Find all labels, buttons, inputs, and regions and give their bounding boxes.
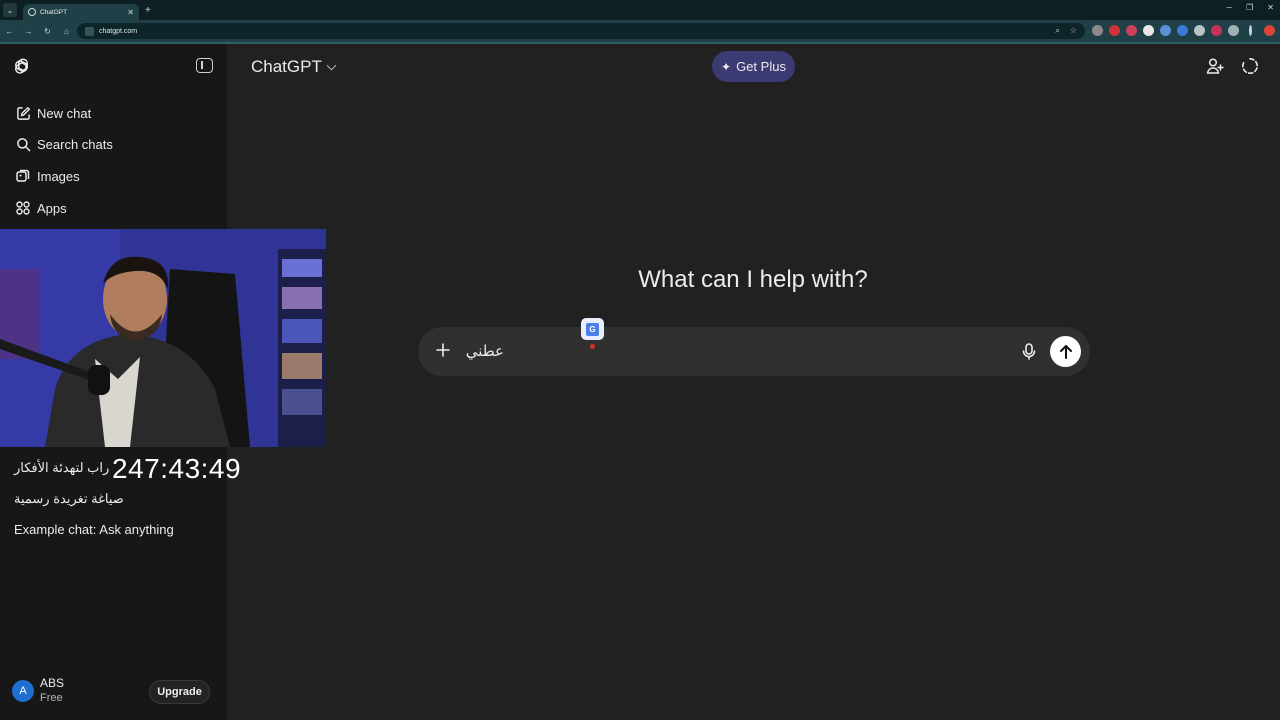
zoom-icon[interactable]: ⌕ xyxy=(1055,26,1059,36)
browser-tab-title: ChatGPT xyxy=(40,8,68,16)
translate-indicator-icon xyxy=(590,344,595,349)
sidebar-item-label: Images xyxy=(37,168,80,184)
extension-icon[interactable] xyxy=(1194,25,1205,36)
microphone-icon[interactable] xyxy=(1020,342,1038,361)
forward-icon[interactable]: → xyxy=(19,27,38,36)
model-selector[interactable]: ChatGPT xyxy=(251,57,337,77)
address-bar[interactable]: chatgpt.com ⌕ ☆ xyxy=(77,23,1085,39)
extension-icon[interactable] xyxy=(1160,25,1171,36)
sidebar-item-label: New chat xyxy=(37,105,92,121)
prompt-input[interactable] xyxy=(464,340,504,362)
upgrade-button[interactable]: Upgrade xyxy=(149,680,210,704)
recent-chat-item[interactable]: راب لتهدئة الأفكار xyxy=(14,460,109,476)
tab-search-chevron-icon[interactable]: ⌄ xyxy=(3,3,17,17)
sparkle-icon: ✦ xyxy=(721,59,732,74)
divider xyxy=(1249,25,1252,36)
browser-toolbar: ← → ↻ ⌂ chatgpt.com ⌕ ☆ ⋮ xyxy=(0,20,1280,42)
add-attachment-icon[interactable] xyxy=(434,341,452,359)
new-tab-icon[interactable]: + xyxy=(145,5,151,16)
avatar: A xyxy=(12,679,34,702)
user-plan: Free xyxy=(40,692,63,704)
recent-chat-item[interactable]: Example chat: Ask anything xyxy=(14,522,174,537)
send-button[interactable] xyxy=(1050,336,1081,367)
extension-icon[interactable] xyxy=(1143,25,1154,36)
chatgpt-favicon-icon xyxy=(28,8,36,16)
extension-icon[interactable] xyxy=(1126,25,1137,36)
extension-icon[interactable] xyxy=(1092,25,1103,36)
chevron-down-icon xyxy=(326,60,337,70)
images-icon xyxy=(14,167,32,185)
browser-tab-strip: ⌄ ChatGPT ✕ + ─ ❐ ✕ xyxy=(0,0,1280,20)
sidebar-item-images[interactable]: Images xyxy=(14,167,80,185)
restore-window-icon[interactable]: ❐ xyxy=(1246,3,1253,12)
search-icon xyxy=(14,135,32,153)
headline-text: What can I help with? xyxy=(638,266,868,293)
chat-composer xyxy=(418,327,1090,376)
minimize-window-icon[interactable]: ─ xyxy=(1226,3,1232,12)
arrow-up-icon xyxy=(1059,344,1072,359)
address-url: chatgpt.com xyxy=(99,27,138,35)
translate-glyph-icon: G xyxy=(586,322,599,336)
google-translate-icon[interactable]: G xyxy=(581,318,604,349)
extension-icon[interactable] xyxy=(1109,25,1120,36)
webcam-overlay xyxy=(0,229,326,447)
user-profile[interactable]: A ABS Free xyxy=(12,676,64,705)
close-window-icon[interactable]: ✕ xyxy=(1267,3,1274,12)
webcam-picture xyxy=(0,229,326,447)
stream-timer: 247:43:49 xyxy=(112,453,242,484)
model-name: ChatGPT xyxy=(251,57,322,76)
sidebar-item-apps[interactable]: Apps xyxy=(14,199,67,217)
sidebar-item-label: Search chats xyxy=(37,136,113,152)
add-person-icon[interactable] xyxy=(1205,56,1225,76)
user-name: ABS xyxy=(40,676,65,690)
browser-tab[interactable]: ChatGPT ✕ xyxy=(23,4,139,20)
extension-icon[interactable] xyxy=(1177,25,1188,36)
extension-icon[interactable] xyxy=(1211,25,1222,36)
temporary-chat-icon[interactable] xyxy=(1240,56,1260,76)
home-icon[interactable]: ⌂ xyxy=(57,27,76,36)
apps-icon xyxy=(14,199,32,217)
sidebar-item-label: Apps xyxy=(37,200,67,216)
sidebar-item-search-chats[interactable]: Search chats xyxy=(14,135,113,153)
sidebar-toggle-icon[interactable] xyxy=(196,58,213,73)
sidebar-item-new-chat[interactable]: New chat xyxy=(14,104,91,122)
get-plus-label: Get Plus xyxy=(736,59,786,74)
extensions-area: ⋮ xyxy=(1092,25,1280,36)
reload-icon[interactable]: ↻ xyxy=(38,27,57,36)
close-tab-icon[interactable]: ✕ xyxy=(127,8,134,17)
recent-chat-item[interactable]: صياغة تغريدة رسمية xyxy=(14,491,124,507)
openai-logo-icon[interactable] xyxy=(12,56,34,78)
extensions-puzzle-icon[interactable] xyxy=(1228,25,1239,36)
get-plus-button[interactable]: ✦ Get Plus xyxy=(712,51,795,82)
site-info-icon[interactable] xyxy=(85,26,94,36)
edit-icon xyxy=(14,104,32,122)
profile-avatar-icon[interactable] xyxy=(1264,25,1275,36)
bookmark-star-icon[interactable]: ☆ xyxy=(1070,26,1077,36)
back-icon[interactable]: ← xyxy=(0,27,19,36)
